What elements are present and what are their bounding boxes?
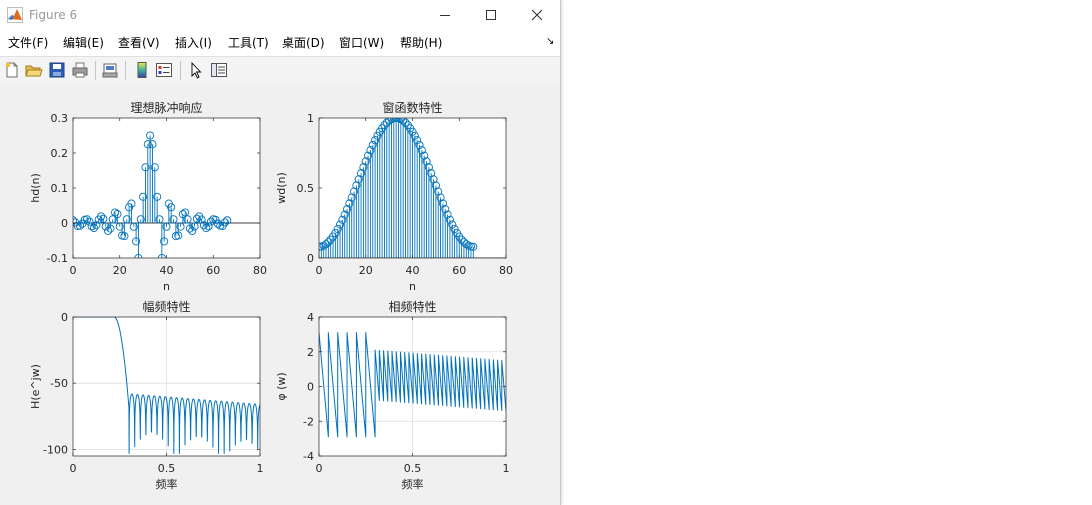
menu-view[interactable]: 查看(V) — [118, 35, 160, 51]
title-bar[interactable]: Figure 6 — [0, 0, 560, 30]
x-tick-label: 40 — [160, 264, 174, 277]
x-axis-label: n — [163, 280, 170, 293]
x-tick-label: 1 — [503, 462, 510, 475]
colorbar-icon[interactable] — [133, 61, 151, 79]
open-file-icon[interactable] — [25, 61, 43, 79]
y-tick-label: 0.3 — [51, 112, 69, 125]
x-tick-label: 60 — [206, 264, 220, 277]
toolbar-separator — [125, 61, 126, 80]
x-axis-label: 频率 — [402, 477, 424, 491]
legend-icon[interactable] — [155, 61, 173, 79]
x-tick-label: 0 — [70, 264, 77, 277]
x-tick-label: 20 — [113, 264, 127, 277]
y-tick-label: 1 — [307, 112, 314, 125]
x-tick-label: 80 — [499, 264, 513, 277]
menu-bar: 文件(F) 编辑(E) 查看(V) 插入(I) 工具(T) 桌面(D) 窗口(W… — [0, 30, 560, 56]
x-tick-label: 0.5 — [158, 462, 176, 475]
save-icon[interactable] — [48, 61, 66, 79]
axes-background — [73, 118, 260, 258]
y-tick-label: 0.5 — [297, 182, 315, 195]
maximize-icon — [486, 10, 496, 20]
toolbar-separator — [95, 61, 96, 80]
y-axis-label: wd(n) — [275, 172, 288, 204]
y-tick-label: -100 — [43, 443, 68, 456]
y-tick-label: 0 — [307, 252, 314, 265]
x-tick-label: 40 — [406, 264, 420, 277]
x-tick-label: 60 — [452, 264, 466, 277]
close-icon — [531, 9, 543, 21]
y-axis-label: hd(n) — [29, 173, 42, 203]
x-tick-label: 0.5 — [404, 462, 422, 475]
y-axis-label: H(e^jw) — [29, 364, 42, 409]
x-tick-label: 0 — [70, 462, 77, 475]
figure-window: Figure 6 文件(F) 编辑(E) 查看(V) 插入(I) 工具(T) 桌… — [0, 0, 561, 505]
chart-title: 相频特性 — [388, 299, 436, 314]
menu-insert[interactable]: 插入(I) — [175, 35, 212, 51]
property-inspector-icon[interactable] — [210, 61, 228, 79]
y-tick-label: -2 — [303, 415, 314, 428]
x-tick-label: 0 — [316, 462, 323, 475]
print-icon[interactable] — [71, 61, 89, 79]
y-tick-label: 0 — [61, 217, 68, 230]
x-axis-label: n — [409, 280, 416, 293]
chart-title: 理想脉冲响应 — [130, 100, 202, 115]
x-tick-label: 1 — [257, 462, 264, 475]
print-preview-icon[interactable] — [101, 61, 119, 79]
chart-title: 幅频特性 — [142, 299, 190, 314]
toolbar-separator — [180, 61, 181, 80]
y-tick-label: -4 — [303, 450, 314, 463]
edit-plot-arrow-icon[interactable] — [187, 61, 205, 79]
y-tick-label: -50 — [50, 377, 68, 390]
y-tick-label: 0 — [61, 311, 68, 324]
figure-toolbar — [0, 56, 560, 85]
y-tick-label: -0.1 — [47, 252, 68, 265]
menu-help[interactable]: 帮助(H) — [400, 35, 442, 51]
menu-desktop[interactable]: 桌面(D) — [282, 35, 325, 51]
matlab-logo-icon — [7, 7, 23, 23]
menu-edit[interactable]: 编辑(E) — [63, 35, 104, 51]
y-tick-label: 0.2 — [51, 147, 69, 160]
menu-file[interactable]: 文件(F) — [8, 35, 48, 51]
figure-canvas: 0 20 40 60 80-0.100.10.20.3理想脉冲响应nhd(n)0 20 40… — [0, 84, 560, 505]
x-tick-label: 0 — [316, 264, 323, 277]
x-tick-label: 20 — [359, 264, 373, 277]
x-tick-label: 80 — [253, 264, 267, 277]
menu-tools[interactable]: 工具(T) — [228, 35, 269, 51]
minimize-button[interactable] — [422, 0, 468, 30]
close-button[interactable] — [514, 0, 560, 30]
menu-window[interactable]: 窗口(W) — [339, 35, 384, 51]
chart-title: 窗函数特性 — [382, 100, 442, 115]
minimize-icon — [440, 15, 450, 16]
y-tick-label: 2 — [307, 346, 314, 359]
x-axis-label: 频率 — [156, 477, 178, 491]
y-tick-label: 4 — [307, 311, 314, 324]
new-figure-icon[interactable] — [3, 61, 21, 79]
y-axis-label: φ (w) — [275, 372, 288, 400]
undock-arrow-icon[interactable]: ↘ — [546, 36, 554, 47]
window-title: Figure 6 — [29, 8, 78, 22]
y-tick-label: 0 — [307, 381, 314, 394]
maximize-button[interactable] — [468, 0, 514, 30]
y-tick-label: 0.1 — [51, 182, 69, 195]
